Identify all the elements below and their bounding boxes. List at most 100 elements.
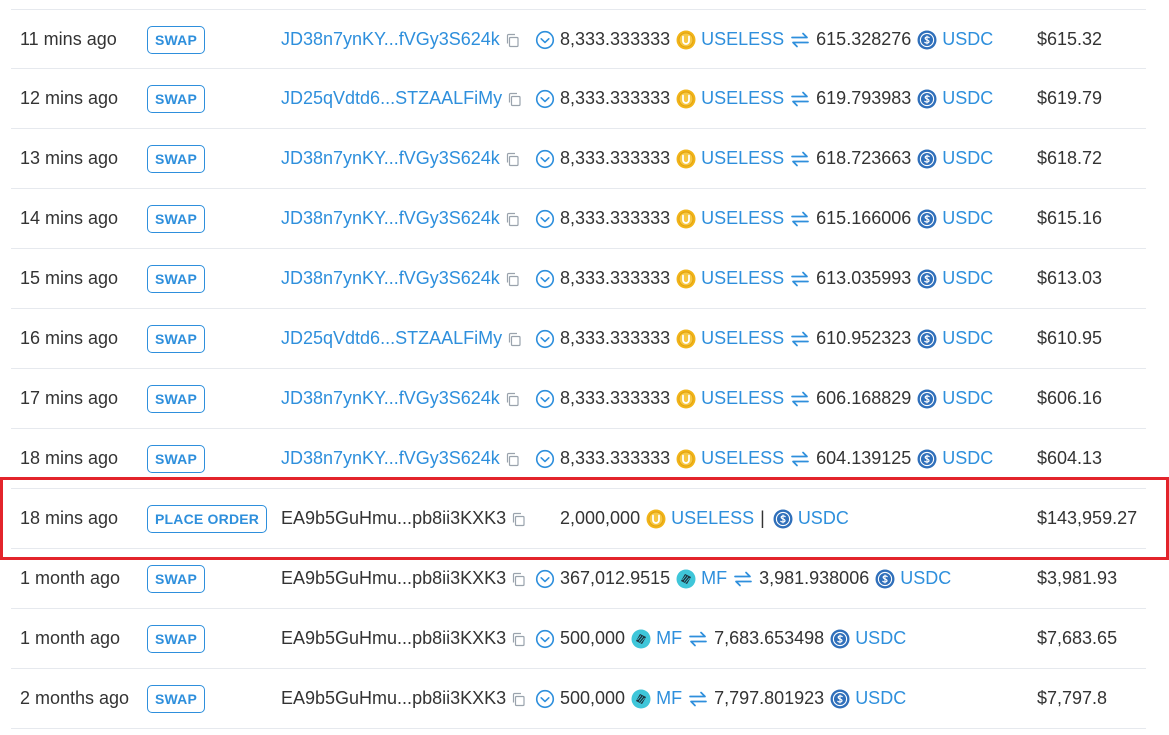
wallet-address[interactable]: JD38n7ynKY...fVGy3S624k — [281, 208, 500, 229]
to-token-link[interactable]: USDC — [942, 208, 993, 229]
swap-badge[interactable]: SWAP — [147, 444, 206, 473]
copy-icon[interactable] — [505, 271, 520, 287]
useless-token-icon — [676, 449, 696, 469]
address-cell: JD38n7ynKY...fVGy3S624k — [281, 129, 520, 188]
from-amount: 8,333.333333 — [560, 148, 671, 168]
amount-cell: 8,333.333333 USELESS 613.035993 USDC — [535, 249, 993, 308]
from-amount: 8,333.333333 — [560, 88, 671, 108]
from-token-link[interactable]: MF — [656, 628, 682, 649]
useless-token-icon — [676, 389, 696, 409]
copy-icon[interactable] — [505, 451, 520, 467]
time-cell: 14 mins ago — [20, 189, 118, 248]
time-ago: 11 mins ago — [20, 29, 117, 49]
usd-value-cell: $7,797.8 — [1037, 669, 1107, 728]
usdc-token-icon — [830, 629, 850, 649]
time-cell: 1 month ago — [20, 609, 120, 668]
copy-icon[interactable] — [511, 511, 526, 527]
from-token-link[interactable]: USELESS — [671, 508, 754, 529]
check-circle-icon — [535, 30, 555, 50]
swap-arrows-icon — [790, 211, 810, 227]
check-circle-icon — [535, 689, 555, 709]
copy-icon[interactable] — [511, 691, 526, 707]
from-token-link[interactable]: USELESS — [701, 29, 784, 50]
from-amount: 8,333.333333 — [560, 388, 671, 408]
from-token-link[interactable]: USELESS — [701, 208, 784, 229]
table-row: 18 mins ago PLACE ORDER EA9b5GuHmu...pb8ii… — [11, 489, 1146, 549]
type-cell: SWAP — [147, 189, 206, 248]
wallet-address[interactable]: JD25qVdtd6...STZAALFiMy — [281, 328, 502, 349]
to-token-link[interactable]: USDC — [942, 29, 993, 50]
to-token-link[interactable]: USDC — [855, 628, 906, 649]
time-ago: 13 mins ago — [20, 148, 119, 168]
usd-value: $7,797.8 — [1037, 688, 1108, 708]
wallet-address[interactable]: JD25qVdtd6...STZAALFiMy — [281, 88, 502, 109]
copy-icon[interactable] — [511, 631, 526, 647]
from-token-link[interactable]: USELESS — [701, 328, 784, 349]
copy-icon[interactable] — [507, 91, 522, 107]
swap-badge[interactable]: SWAP — [147, 144, 206, 173]
to-token-link[interactable]: USDC — [855, 688, 906, 709]
copy-icon[interactable] — [505, 211, 520, 227]
from-token-link[interactable]: MF — [701, 568, 727, 589]
to-token-link[interactable]: USDC — [942, 148, 993, 169]
table-row: 18 mins ago SWAP JD38n7ynKY...fVGy3S624k 8,… — [11, 429, 1146, 489]
time-ago: 12 mins ago — [20, 88, 119, 108]
copy-icon[interactable] — [505, 151, 520, 167]
amount-cell: 8,333.333333 USELESS 610.952323 USDC — [535, 309, 993, 368]
from-token-link[interactable]: MF — [656, 688, 682, 709]
usd-value-cell: $7,683.65 — [1037, 609, 1117, 668]
copy-icon[interactable] — [507, 331, 522, 347]
time-cell: 17 mins ago — [20, 369, 118, 428]
from-amount: 2,000,000 — [560, 508, 641, 528]
wallet-address[interactable]: JD38n7ynKY...fVGy3S624k — [281, 448, 500, 469]
swap-badge[interactable]: SWAP — [147, 264, 206, 293]
address-cell: JD38n7ynKY...fVGy3S624k — [281, 249, 520, 308]
to-token-link[interactable]: USDC — [942, 88, 993, 109]
copy-icon[interactable] — [505, 391, 520, 407]
swap-badge[interactable]: SWAP — [147, 204, 206, 233]
wallet-address[interactable]: JD38n7ynKY...fVGy3S624k — [281, 388, 500, 409]
wallet-address[interactable]: JD38n7ynKY...fVGy3S624k — [281, 148, 500, 169]
type-cell: SWAP — [147, 69, 206, 128]
amount-cell: 500,000 MF 7,683.653498 USDC — [535, 609, 906, 668]
copy-icon[interactable] — [505, 32, 520, 48]
swap-badge[interactable]: SWAP — [147, 25, 206, 54]
time-ago: 1 month ago — [20, 628, 121, 648]
from-token-link[interactable]: USELESS — [701, 388, 784, 409]
swap-badge[interactable]: SWAP — [147, 84, 206, 113]
swap-badge[interactable]: SWAP — [147, 384, 206, 413]
to-token-link[interactable]: USDC — [942, 328, 993, 349]
from-amount: 500,000 — [560, 628, 626, 648]
from-token-link[interactable]: USELESS — [701, 268, 784, 289]
place-order-badge[interactable]: PLACE ORDER — [147, 504, 268, 533]
to-token-link[interactable]: USDC — [900, 568, 951, 589]
swap-arrows-icon — [790, 331, 810, 347]
table-row: 1 month ago SWAP EA9b5GuHmu...pb8ii3KXK3 50… — [11, 609, 1146, 669]
type-cell: SWAP — [147, 669, 206, 728]
usdc-token-icon — [773, 509, 793, 529]
swap-badge[interactable]: SWAP — [147, 324, 206, 353]
swap-badge[interactable]: SWAP — [147, 564, 206, 593]
swap-badge[interactable]: SWAP — [147, 624, 206, 653]
usd-value: $615.32 — [1037, 29, 1103, 49]
copy-icon[interactable] — [511, 571, 526, 587]
to-token-link[interactable]: USDC — [942, 268, 993, 289]
swap-badge[interactable]: SWAP — [147, 684, 206, 713]
usdc-token-icon — [917, 329, 937, 349]
from-token-link[interactable]: USELESS — [701, 448, 784, 469]
wallet-address[interactable]: JD38n7ynKY...fVGy3S624k — [281, 29, 500, 50]
usdc-token-icon — [917, 209, 937, 229]
to-token-link[interactable]: USDC — [798, 508, 849, 529]
from-token-link[interactable]: USELESS — [701, 148, 784, 169]
to-token-link[interactable]: USDC — [942, 388, 993, 409]
from-token-link[interactable]: USELESS — [701, 88, 784, 109]
wallet-address[interactable]: JD38n7ynKY...fVGy3S624k — [281, 268, 500, 289]
wallet-address: EA9b5GuHmu...pb8ii3KXK3 — [281, 628, 507, 648]
to-token-link[interactable]: USDC — [942, 448, 993, 469]
table-row: 11 mins ago SWAP JD38n7ynKY...fVGy3S624k 8,… — [11, 9, 1146, 69]
type-cell: PLACE ORDER — [147, 489, 268, 548]
type-cell: SWAP — [147, 549, 206, 608]
time-cell: 16 mins ago — [20, 309, 118, 368]
swap-arrows-icon — [790, 151, 810, 167]
amount-cell: 8,333.333333 USELESS 619.793983 USDC — [535, 69, 993, 128]
